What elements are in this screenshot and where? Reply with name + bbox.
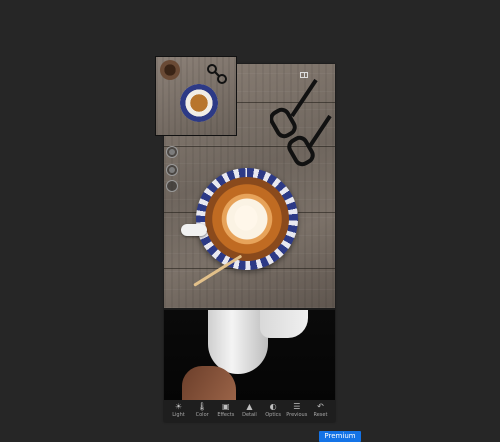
tool-previous-label: Previous [286, 412, 308, 418]
tool-light[interactable]: ☀ Light [167, 400, 190, 422]
circle-icon [169, 183, 175, 189]
previous-icon: ☰ [293, 402, 301, 411]
latte-art-image [226, 196, 266, 236]
side-tool-button-1[interactable] [166, 146, 178, 158]
tool-optics-label: Optics [265, 412, 282, 418]
edit-toolbar: ☀ Light 🌡 Color ▣ Effects ▲ Detail ◐ Opt… [164, 400, 335, 422]
sun-icon: ☀ [174, 402, 183, 411]
tool-reset[interactable]: ↶ Reset [309, 400, 332, 422]
tool-previous[interactable]: ☰ Previous [285, 400, 308, 422]
shoe-image [208, 310, 268, 374]
thumbnail-glasses-image [207, 64, 227, 84]
compare-icon[interactable] [300, 72, 308, 78]
tool-detail-label: Detail [242, 412, 257, 418]
lens-icon: ◐ [269, 402, 277, 411]
tool-effects[interactable]: ▣ Effects [214, 400, 237, 422]
reset-icon: ↶ [317, 402, 324, 411]
tool-color[interactable]: 🌡 Color [191, 400, 214, 422]
side-tool-button-2[interactable] [166, 164, 178, 176]
shoe-image-2 [260, 310, 308, 338]
cup-handle-image [181, 224, 207, 236]
effects-icon: ▣ [222, 402, 230, 411]
glasses-image [270, 78, 332, 167]
tool-light-label: Light [172, 412, 185, 418]
triangle-icon: ▲ [246, 402, 253, 411]
second-photo[interactable] [164, 310, 335, 400]
tool-optics[interactable]: ◐ Optics [262, 400, 285, 422]
photo-thumbnail[interactable] [155, 56, 237, 136]
circle-icon [169, 149, 175, 155]
thumbnail-cup-image [180, 84, 218, 122]
tool-color-label: Color [195, 412, 209, 418]
premium-button[interactable]: Premium [319, 431, 361, 442]
tool-effects-label: Effects [217, 412, 235, 418]
hand-image [182, 366, 236, 400]
side-tool-button-3[interactable] [166, 180, 178, 192]
circle-icon [169, 167, 175, 173]
thermometer-icon: 🌡 [197, 402, 208, 411]
tool-reset-label: Reset [313, 412, 328, 418]
jar-image [160, 60, 180, 80]
tool-detail[interactable]: ▲ Detail [238, 400, 261, 422]
